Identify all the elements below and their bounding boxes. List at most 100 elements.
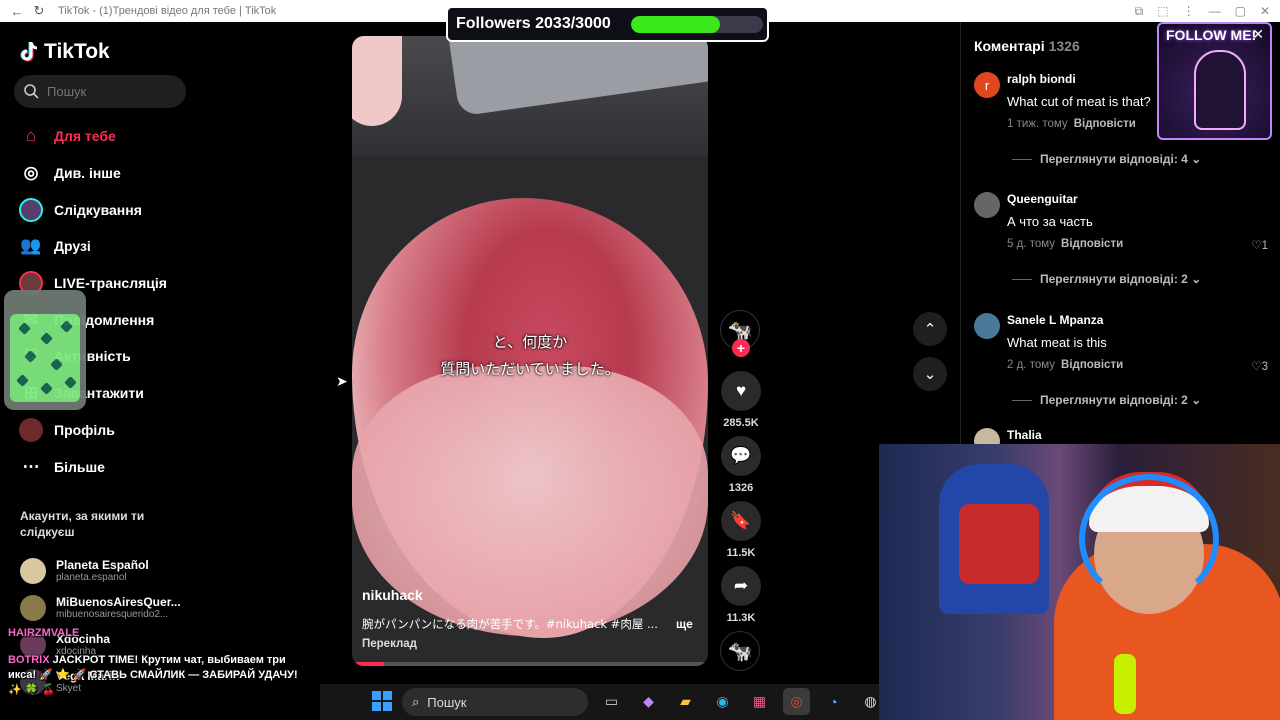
view-replies-label: Переглянути відповіді: 2 bbox=[1040, 272, 1188, 286]
compass-icon: ◎ bbox=[23, 163, 39, 183]
reply-button[interactable]: Відповісти bbox=[1061, 238, 1123, 250]
action-rail: 🐄 + ♥ 285.5K 💬 1326 🔖 11.5K ➦ 11.3K 🐄 bbox=[720, 310, 762, 671]
comments-count: 1326 bbox=[1048, 38, 1080, 54]
more-button[interactable]: ще bbox=[676, 617, 693, 631]
menu-icon[interactable]: ⋮ bbox=[1183, 4, 1195, 18]
account-handle: mibuenosairesquerido2... bbox=[56, 608, 169, 620]
view-replies-button[interactable]: Переглянути відповіді: 2 ⌄ bbox=[1012, 272, 1201, 286]
share-count: 11.3K bbox=[726, 612, 756, 624]
copilot-icon[interactable]: ◆ bbox=[635, 688, 662, 715]
followers-progress-bar bbox=[631, 16, 763, 33]
close-window-icon[interactable]: ✕ bbox=[1260, 4, 1270, 18]
sidebar-item-more[interactable]: ⋯ Більше bbox=[18, 448, 198, 485]
reload-icon[interactable]: ↻ bbox=[28, 0, 50, 22]
video-author[interactable]: nikuhack bbox=[362, 587, 423, 603]
steam-icon[interactable]: ◔ bbox=[820, 688, 847, 715]
video-player[interactable]: と、何度か 質問いただいていました。 nikuhack 腕がパンパンになる肉が苦… bbox=[352, 36, 708, 666]
avatar[interactable]: r bbox=[974, 72, 1000, 98]
taskbar-apps: ▭ ◆ ▰ ◉ ▦ ◎ ◔ ◍ bbox=[598, 688, 884, 715]
search-icon bbox=[24, 84, 39, 99]
following-avatar-icon bbox=[18, 197, 44, 223]
followers-progress-fill bbox=[631, 16, 721, 33]
maximize-icon[interactable]: ▢ bbox=[1235, 4, 1246, 18]
sidebar-item-label: Більше bbox=[54, 458, 105, 475]
comment-text: What cut of meat is that? bbox=[1007, 94, 1151, 109]
search-input[interactable] bbox=[47, 84, 177, 99]
avatar bbox=[20, 594, 46, 621]
view-replies-button[interactable]: Переглянути відповіді: 2 ⌄ bbox=[1012, 393, 1201, 407]
video-progress-bar[interactable] bbox=[352, 662, 708, 666]
like-button[interactable]: ♥ bbox=[721, 371, 761, 411]
follow-plus-icon[interactable]: + bbox=[732, 339, 750, 357]
sidebar-item-for-you[interactable]: ⌂ Для тебе bbox=[18, 118, 198, 155]
search-box[interactable] bbox=[14, 75, 186, 108]
windows-start-icon[interactable] bbox=[372, 691, 392, 711]
comment-icon: 💬 bbox=[730, 446, 752, 465]
chevron-down-icon: ⌄ bbox=[923, 366, 937, 383]
file-explorer-icon[interactable]: ▰ bbox=[672, 688, 699, 715]
save-button[interactable]: 🔖 bbox=[721, 501, 761, 541]
follow-me-label: FOLLOW ME! bbox=[1166, 27, 1257, 43]
obs-icon[interactable]: ◍ bbox=[857, 688, 884, 715]
profile-avatar-icon bbox=[18, 417, 44, 443]
account-name: MiBuenosAiresQuer... bbox=[56, 594, 181, 609]
edge-icon[interactable]: ◉ bbox=[709, 688, 736, 715]
taskbar-search-label: Пошук bbox=[427, 694, 467, 710]
browser-controls: ⧉ ⬚ ⋮ — ▢ ✕ bbox=[1135, 0, 1270, 22]
heart-icon: ♥ bbox=[735, 381, 747, 400]
reply-button[interactable]: Відповісти bbox=[1061, 359, 1123, 371]
minimize-icon[interactable]: — bbox=[1209, 4, 1221, 18]
comment-author[interactable]: Sanele L Mpanza bbox=[1007, 313, 1103, 327]
next-video-button[interactable]: ⌄ bbox=[913, 357, 947, 391]
sidebar-item-explore[interactable]: ◎ Див. інше bbox=[18, 155, 198, 192]
avatar[interactable] bbox=[974, 192, 1000, 218]
comment-author[interactable]: Queenguitar bbox=[1007, 192, 1078, 206]
video-subtitles: と、何度か 質問いただいていました。 bbox=[352, 329, 708, 383]
comments-heading: Коментарі 1326 bbox=[974, 38, 1080, 54]
comment-time: 1 тиж. тому bbox=[1007, 118, 1068, 130]
translate-icon[interactable]: ⧉ bbox=[1135, 4, 1144, 19]
comment-like-button[interactable]: ♡1 bbox=[1251, 238, 1268, 252]
creator-avatar[interactable]: 🐄 + bbox=[720, 310, 760, 357]
taskbar-search[interactable]: ⌕ Пошук bbox=[402, 688, 588, 716]
reply-button[interactable]: Відповісти bbox=[1074, 118, 1136, 130]
sidebar-item-friends[interactable]: 👥 Друзі bbox=[18, 228, 198, 265]
clover-jar-sticker bbox=[4, 290, 86, 410]
view-replies-button[interactable]: Переглянути відповіді: 4 ⌄ bbox=[1012, 152, 1201, 166]
tiktok-logo[interactable]: TikTok bbox=[20, 40, 110, 64]
share-button[interactable]: ➦ bbox=[721, 566, 761, 606]
mouse-cursor-icon: ➤ bbox=[336, 373, 348, 389]
share-icon: ➦ bbox=[733, 576, 749, 595]
view-replies-label: Переглянути відповіді: 4 bbox=[1040, 152, 1188, 166]
extensions-icon[interactable]: ⬚ bbox=[1157, 4, 1168, 18]
webcam-chair-seat bbox=[959, 504, 1039, 584]
sidebar-item-label: Див. інше bbox=[54, 165, 121, 182]
sidebar-item-following[interactable]: Слідкування bbox=[18, 191, 198, 228]
following-accounts-heading: Акаунти, за якими ти слідкуєш bbox=[20, 509, 145, 539]
close-icon[interactable]: ✕ bbox=[1252, 26, 1264, 43]
sidebar-item-profile[interactable]: Профіль bbox=[18, 412, 198, 449]
chrome-icon[interactable]: ◎ bbox=[783, 688, 810, 715]
list-item[interactable]: MiBuenosAiresQuer... mibuenosairesquerido… bbox=[20, 589, 190, 626]
task-view-icon[interactable]: ▭ bbox=[598, 688, 625, 715]
video-description: 腕がパンパンになる肉が苦手です。#nikuhack #肉屋 ... bbox=[362, 617, 658, 631]
sound-avatar[interactable]: 🐄 bbox=[720, 631, 760, 671]
comment-like-count: 3 bbox=[1261, 361, 1268, 373]
webcam-microphone bbox=[1114, 654, 1136, 714]
comment-author[interactable]: ralph biondi bbox=[1007, 72, 1076, 86]
translate-link[interactable]: Переклад bbox=[362, 638, 417, 650]
windows-taskbar: ⌕ Пошук ▭ ◆ ▰ ◉ ▦ ◎ ◔ ◍ bbox=[320, 684, 880, 720]
search-icon: ⌕ bbox=[412, 694, 420, 709]
comment-author[interactable]: Thalia bbox=[1007, 428, 1042, 442]
avatar[interactable] bbox=[974, 313, 1000, 339]
comment-like-button[interactable]: ♡3 bbox=[1251, 359, 1268, 373]
comment-count: 1326 bbox=[728, 482, 754, 494]
followers-goal-widget: Followers 2033/3000 bbox=[446, 6, 769, 42]
comment-button[interactable]: 💬 bbox=[721, 436, 761, 476]
store-icon[interactable]: ▦ bbox=[746, 688, 773, 715]
back-arrow-icon[interactable]: ← bbox=[6, 0, 28, 22]
list-item[interactable]: Planeta Español planeta.espanol bbox=[20, 552, 190, 589]
account-name: Planeta Español bbox=[56, 557, 149, 572]
previous-video-button[interactable]: ⌃ bbox=[913, 312, 947, 346]
sidebar-item-label: Для тебе bbox=[54, 128, 116, 145]
